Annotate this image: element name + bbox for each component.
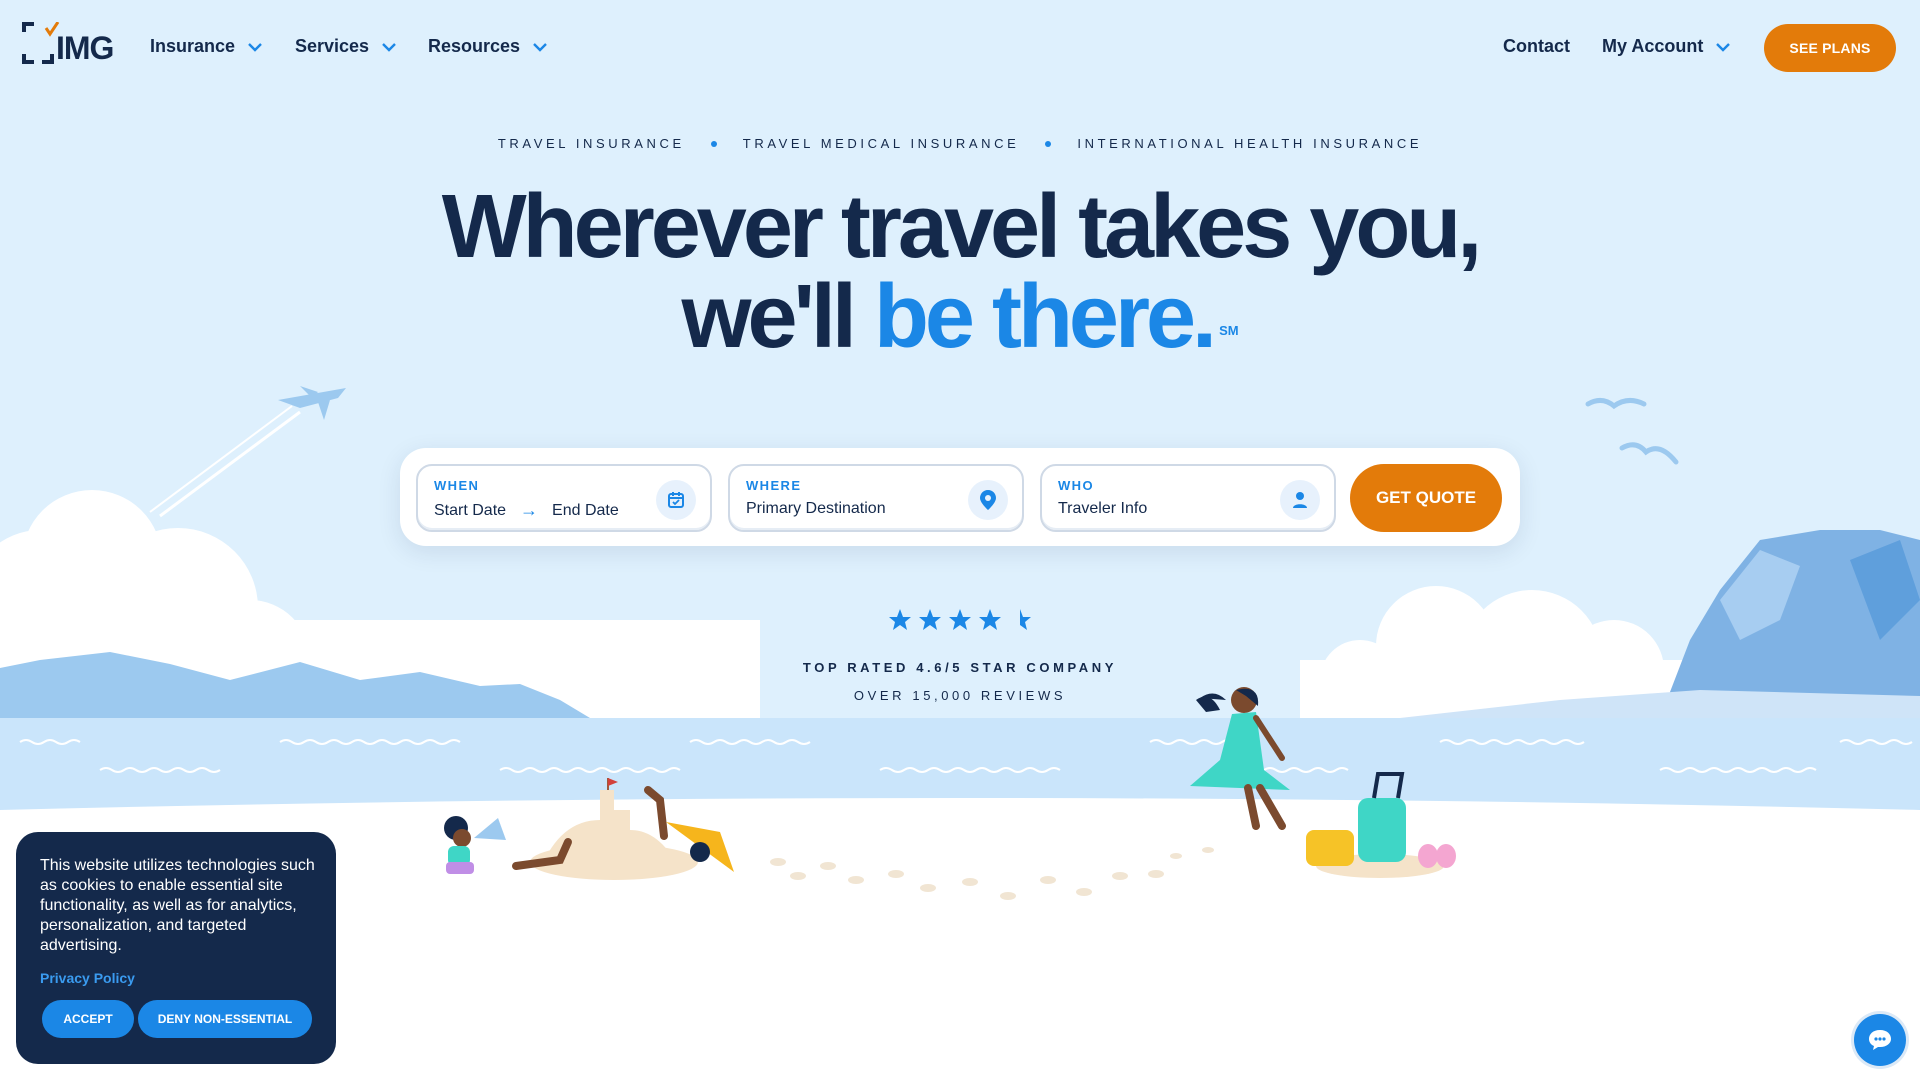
who-label: WHO <box>1058 478 1094 493</box>
end-date[interactable]: End Date <box>552 502 619 520</box>
map-pin-icon <box>968 480 1008 520</box>
nav-my-account-label: My Account <box>1602 36 1704 56</box>
calendar-icon[interactable] <box>656 480 696 520</box>
airplane-illustration <box>149 386 346 518</box>
star-half-icon <box>1020 609 1031 630</box>
cookie-text: This website utilizes technologies such … <box>40 857 315 954</box>
nav-insurance-label: Insurance <box>150 36 236 56</box>
where-value: Primary Destination <box>746 500 886 517</box>
arrow-right-icon: → <box>520 500 539 520</box>
chat-bubble-icon <box>1869 1030 1891 1050</box>
see-plans-button[interactable]: SEE PLANS <box>1764 24 1896 72</box>
when-label: WHEN <box>434 478 480 493</box>
privacy-policy-link[interactable]: Privacy Policy <box>40 970 135 986</box>
nav-resources-label: Resources <box>428 36 521 56</box>
top-navigation: IMG Insurance Services Resources Contact… <box>0 0 1920 96</box>
deny-non-essential-button[interactable]: DENY NON-ESSENTIAL <box>138 1000 312 1038</box>
rating-reviews: OVER 15,000 REVIEWS <box>853 688 1067 703</box>
chevron-down-icon <box>248 42 262 52</box>
logo-wordmark: IMG <box>56 30 114 66</box>
star-icon <box>919 609 941 630</box>
who-value: Traveler Info <box>1058 500 1148 517</box>
where-label: WHERE <box>746 478 802 493</box>
nav-insurance[interactable]: Insurance <box>150 36 263 57</box>
quote-form: WHEN Start Date → End Date WHERE Primary… <box>400 448 1520 546</box>
get-quote-button[interactable]: GET QUOTE <box>1350 464 1502 532</box>
headline-line-2b: be there. <box>873 267 1217 367</box>
chevron-down-icon <box>382 42 396 52</box>
kicker-travel-insurance: TRAVEL INSURANCE <box>497 136 685 151</box>
who-field[interactable]: WHO Traveler Info <box>1040 464 1336 532</box>
product-kicker: TRAVEL INSURANCE TRAVEL MEDICAL INSURANC… <box>0 136 1920 151</box>
rating-title: TOP RATED 4.6/5 STAR COMPANY <box>802 660 1118 675</box>
nav-services-label: Services <box>295 36 370 56</box>
separator-dot <box>710 140 717 147</box>
kicker-travel-medical: TRAVEL MEDICAL INSURANCE <box>742 136 1020 151</box>
headline-line-1: Wherever travel takes you, <box>441 177 1483 277</box>
nav-my-account[interactable]: My Account <box>1602 36 1731 57</box>
img-logo[interactable]: IMG <box>22 22 122 70</box>
accept-cookies-button[interactable]: ACCEPT <box>42 1000 134 1038</box>
nav-contact-label: Contact <box>1503 36 1570 56</box>
star-rating <box>0 608 1920 632</box>
when-field[interactable]: WHEN Start Date → End Date <box>416 464 712 532</box>
nav-services[interactable]: Services <box>295 36 397 57</box>
nav-resources[interactable]: Resources <box>428 36 548 57</box>
headline-line-2a: we'll <box>681 267 856 367</box>
star-icon <box>979 609 1001 630</box>
start-date[interactable]: Start Date <box>434 502 506 520</box>
hero-headline: Wherever travel takes you, we'll be ther… <box>0 182 1920 362</box>
separator-dot <box>1045 140 1052 147</box>
kicker-international-health: INTERNATIONAL HEALTH INSURANCE <box>1077 136 1423 151</box>
when-value: Start Date → End Date <box>434 500 619 521</box>
chevron-down-icon <box>533 42 547 52</box>
star-icon <box>889 609 911 630</box>
birds-illustration <box>1585 398 1679 465</box>
cookie-banner: This website utilizes technologies such … <box>16 832 336 1064</box>
person-icon <box>1280 480 1320 520</box>
chevron-down-icon <box>1716 42 1731 52</box>
where-field[interactable]: WHERE Primary Destination <box>728 464 1024 532</box>
nav-contact[interactable]: Contact <box>1503 36 1570 57</box>
service-mark: SM <box>1219 323 1239 338</box>
chat-button[interactable] <box>1854 1014 1906 1066</box>
star-icon <box>949 609 971 630</box>
